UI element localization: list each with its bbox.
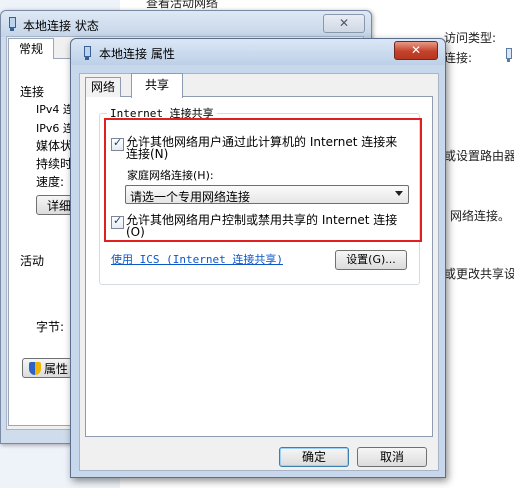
properties-button-label: 属性 [44, 362, 69, 376]
router-setup-text[interactable]: 或设置路由器 [444, 147, 514, 164]
connection-label: 连接: [444, 51, 473, 65]
cancel-button[interactable]: 取消 [357, 447, 427, 467]
ipv4-label: IPv4 连 [36, 103, 74, 116]
ics-help-link[interactable]: 使用 ICS (Internet 连接共享) [111, 251, 283, 267]
network-adapter-icon [82, 46, 92, 60]
close-icon[interactable]: ✕ [323, 14, 365, 33]
tab-sharing[interactable]: 共享 [131, 73, 183, 98]
bytes-label: 字节: [36, 320, 65, 334]
settings-button[interactable]: 设置(G)... [335, 250, 407, 270]
properties-dialog: 本地连接 属性 ✕ 网络 共享 Internet 连接共享 ✓ 允许其他网络用户… [70, 38, 446, 478]
access-type-label: 访问类型: [444, 31, 497, 45]
activity-section-label: 活动 [20, 254, 45, 268]
properties-dialog-title: 本地连接 属性 [99, 47, 175, 61]
network-connection-text: 网络连接。 [450, 209, 511, 223]
connection-section-label: 连接 [20, 85, 45, 99]
tab-network[interactable]: 网络 [85, 77, 121, 97]
highlight-box [104, 118, 422, 242]
speed-label: 速度: [36, 175, 65, 189]
change-sharing-text[interactable]: 或更改共享设 [444, 265, 514, 282]
network-adapter-icon [7, 17, 17, 31]
properties-button[interactable]: 属性 [22, 358, 72, 378]
ipv6-label: IPv6 连 [36, 122, 74, 135]
network-icon [504, 48, 512, 62]
shield-icon [29, 362, 41, 375]
tab-general[interactable]: 常规 [8, 38, 54, 59]
media-status-label: 媒体状 [36, 139, 73, 153]
duration-label: 持续时 [36, 157, 73, 171]
status-window-title: 本地连接 状态 [23, 19, 99, 33]
close-icon[interactable]: ✕ [394, 41, 438, 60]
ok-button[interactable]: 确定 [279, 447, 349, 467]
